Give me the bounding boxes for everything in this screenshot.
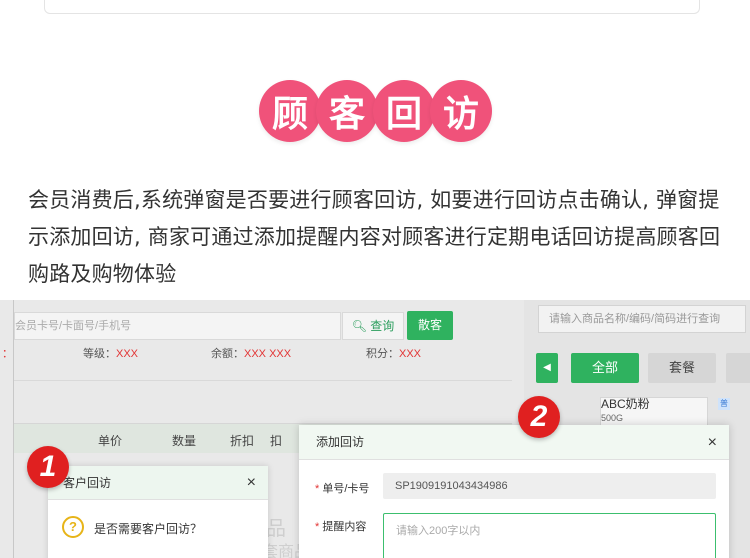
product-name: ABC奶粉	[601, 397, 650, 411]
customer-visit-dialog: 客户回访 × ? 是否需要客户回访？	[48, 466, 268, 558]
dialog-header: 添加回访 ×	[299, 425, 729, 460]
member-points: 积分：XXX	[366, 348, 422, 360]
panel-divider	[14, 380, 512, 381]
dialog-question: 是否需要客户回访？	[94, 522, 203, 536]
dialog-header: 客户回访 ×	[48, 466, 268, 500]
left-edge-mark: ：	[2, 348, 13, 360]
section-description: 会员消费后,系统弹窗是否要进行顾客回访, 如要进行回访点击确认, 弹窗提示添加回…	[28, 188, 721, 286]
remind-label: * 提醒内容	[315, 521, 367, 533]
walk-in-customer-button[interactable]: 散客	[407, 311, 453, 340]
product-tag: 普	[718, 398, 730, 410]
feature-screenshot: 会员卡号/卡面号/手机号 🔍︎ 查询 散客 ： 等级：XXX 余额：XXX XX…	[0, 300, 750, 558]
step-badge-1: 1	[27, 446, 69, 488]
close-icon[interactable]: ×	[708, 425, 717, 460]
top-card-edge	[44, 0, 700, 14]
remind-content-textarea[interactable]: 请输入200字以内	[383, 513, 716, 558]
order-label: * 单号/卡号	[315, 483, 370, 495]
dialog-title: 客户回访	[63, 476, 112, 490]
background-text: 品	[266, 518, 286, 540]
column-header: 折扣	[230, 434, 255, 448]
step-badge-2: 2	[518, 396, 560, 438]
member-level: 等级：XXX	[83, 348, 139, 360]
chevron-left-icon[interactable]: ◀	[536, 353, 558, 383]
column-header: 扣	[270, 434, 283, 448]
dialog-title: 添加回访	[316, 435, 365, 449]
title-char: 客	[316, 80, 378, 142]
section-title: 顾 客 回 访	[259, 80, 492, 142]
member-search-input[interactable]: 会员卡号/卡面号/手机号	[14, 312, 341, 340]
category-set-button[interactable]: 套餐	[648, 353, 716, 383]
category-more-button[interactable]	[726, 353, 750, 383]
title-char: 访	[430, 80, 492, 142]
column-header: 单价	[98, 434, 123, 448]
category-all-button[interactable]: 全部	[571, 353, 639, 383]
title-char: 回	[373, 80, 435, 142]
query-label: 查询	[370, 319, 395, 333]
search-icon: 🔍︎	[351, 319, 367, 333]
title-char: 顾	[259, 80, 321, 142]
order-number-field[interactable]: SP1909191043434986	[383, 473, 716, 499]
member-balance: 余额：XXX XXX	[211, 348, 292, 360]
query-button[interactable]: 🔍︎ 查询	[342, 312, 404, 340]
add-visit-dialog: 添加回访 × * 单号/卡号 SP1909191043434986 * 提醒内容…	[299, 425, 729, 558]
close-icon[interactable]: ×	[247, 466, 256, 500]
question-icon: ?	[62, 516, 84, 538]
product-spec: 500G	[601, 413, 624, 423]
product-search-input[interactable]: 请输入商品名称/编码/简码进行查询	[538, 305, 746, 333]
product-card[interactable]: ABC奶粉 500G	[600, 397, 708, 427]
column-header: 数量	[172, 434, 197, 448]
